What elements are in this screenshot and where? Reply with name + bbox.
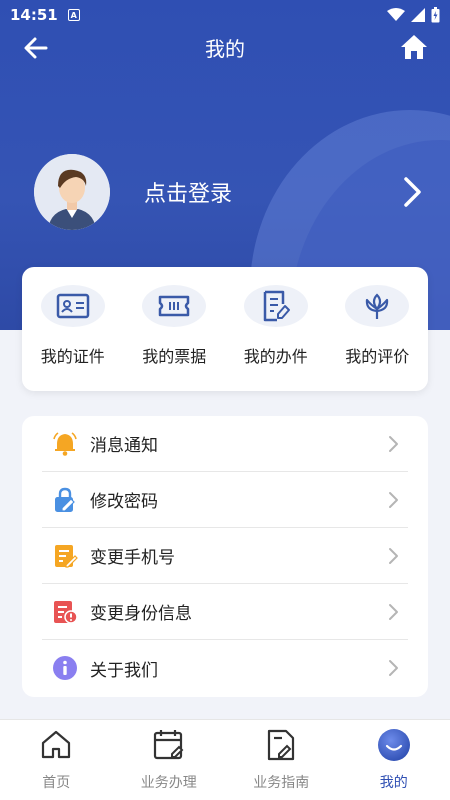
info-icon bbox=[53, 656, 77, 680]
flower-icon bbox=[345, 285, 410, 327]
settings-menu-card: 消息通知 修改密码 变更手机号 变更身份信息 关于我们 bbox=[22, 416, 428, 697]
menu-item-change-phone[interactable]: 变更手机号 bbox=[42, 528, 408, 584]
ticket-icon bbox=[142, 285, 207, 327]
tab-label: 业务指南 bbox=[253, 775, 310, 791]
battery-icon bbox=[431, 7, 440, 23]
chevron-right-icon bbox=[389, 436, 398, 452]
quick-item-label: 我的办件 bbox=[243, 347, 308, 366]
quick-item-certificates[interactable]: 我的证件 bbox=[25, 285, 121, 367]
tab-label: 我的 bbox=[379, 775, 408, 791]
arrow-left-icon[interactable] bbox=[22, 34, 50, 62]
quick-item-reviews[interactable]: 我的评价 bbox=[329, 285, 425, 367]
quick-item-tickets[interactable]: 我的票据 bbox=[126, 285, 222, 367]
nav-bar: 我的 bbox=[0, 26, 450, 68]
document-edit-icon bbox=[243, 285, 308, 327]
chevron-right-icon[interactable] bbox=[396, 174, 428, 210]
id-alert-icon bbox=[54, 600, 78, 624]
menu-item-label: 变更身份信息 bbox=[90, 604, 192, 624]
menu-item-change-identity[interactable]: 变更身份信息 bbox=[42, 584, 408, 640]
menu-item-label: 关于我们 bbox=[90, 660, 158, 681]
wifi-icon bbox=[387, 8, 405, 21]
calendar-edit-icon bbox=[153, 730, 184, 760]
quick-item-label: 我的评价 bbox=[345, 347, 410, 366]
tab-mine[interactable]: 我的 bbox=[338, 720, 450, 800]
form-edit-icon bbox=[55, 544, 78, 568]
tab-home[interactable]: 首页 bbox=[0, 720, 113, 800]
status-icons bbox=[387, 7, 440, 23]
tab-business-guide[interactable]: 业务指南 bbox=[225, 720, 338, 800]
avatar bbox=[34, 154, 110, 230]
bell-icon bbox=[53, 431, 77, 456]
menu-item-label: 修改密码 bbox=[90, 492, 158, 512]
quick-item-label: 我的票据 bbox=[142, 347, 207, 366]
home-outline-icon bbox=[42, 730, 71, 759]
signal-icon bbox=[411, 8, 425, 22]
id-card-icon bbox=[40, 285, 105, 327]
menu-item-about-us[interactable]: 关于我们 bbox=[42, 640, 408, 696]
page-title: 我的 bbox=[205, 36, 245, 61]
status-time: 14:51 bbox=[10, 6, 58, 24]
menu-item-label: 变更手机号 bbox=[90, 548, 175, 568]
user-avatar-icon bbox=[34, 154, 110, 230]
tab-label: 业务办理 bbox=[140, 775, 197, 791]
tab-business-handling[interactable]: 业务办理 bbox=[113, 720, 226, 800]
menu-item-label: 消息通知 bbox=[90, 436, 158, 456]
bottom-tab-bar: 首页 业务办理 业务指南 我的 bbox=[0, 719, 450, 800]
login-text[interactable]: 点击登录 bbox=[144, 176, 232, 208]
guide-doc-icon bbox=[268, 729, 295, 761]
smile-icon bbox=[377, 729, 410, 761]
quick-item-label: 我的证件 bbox=[40, 347, 105, 366]
login-profile-row[interactable]: 点击登录 bbox=[34, 152, 434, 232]
chevron-right-icon bbox=[389, 604, 398, 620]
home-icon[interactable] bbox=[400, 33, 428, 61]
lock-edit-icon bbox=[55, 487, 75, 512]
tab-label: 首页 bbox=[42, 775, 71, 791]
quick-actions-card: 我的证件 我的票据 我的办件 我的评价 bbox=[22, 267, 428, 391]
menu-item-change-password[interactable]: 修改密码 bbox=[42, 472, 408, 528]
quick-item-cases[interactable]: 我的办件 bbox=[228, 285, 324, 367]
chevron-right-icon bbox=[389, 492, 398, 508]
chevron-right-icon bbox=[389, 660, 398, 676]
notification-a-icon: A bbox=[67, 9, 80, 21]
menu-item-notifications[interactable]: 消息通知 bbox=[42, 416, 408, 472]
chevron-right-icon bbox=[389, 548, 398, 564]
